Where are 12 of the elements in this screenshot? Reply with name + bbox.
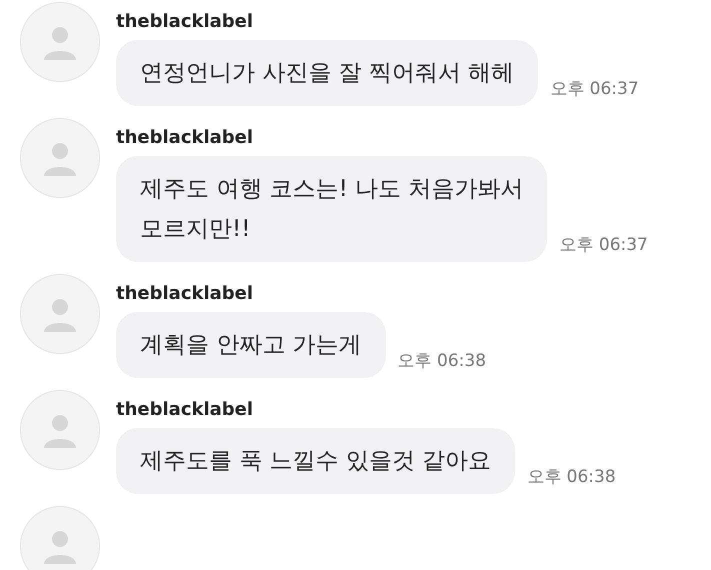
message-time: 오후 06:37	[550, 78, 639, 100]
message-bubble: 계획을 안짜고 가는게	[116, 312, 386, 378]
message-time: 오후 06:38	[398, 350, 486, 372]
sender-name: theblacklabel	[116, 398, 254, 422]
sender-name: theblacklabel	[116, 282, 254, 306]
message-bubble: 제주도를 푹 느낄수 있을것 같아요	[116, 428, 516, 494]
message-bubble: 연정언니가 사진을 잘 찍어줘서 해헤	[116, 40, 538, 106]
sender-name: theblacklabel	[116, 10, 254, 34]
message-time: 오후 06:37	[559, 234, 648, 256]
message-bubble: 제주도 여행 코스는! 나도 처음가봐서 모르지만!!	[116, 156, 548, 262]
message-time: 오후 06:38	[527, 466, 616, 488]
sender-name: theblacklabel	[116, 126, 254, 150]
